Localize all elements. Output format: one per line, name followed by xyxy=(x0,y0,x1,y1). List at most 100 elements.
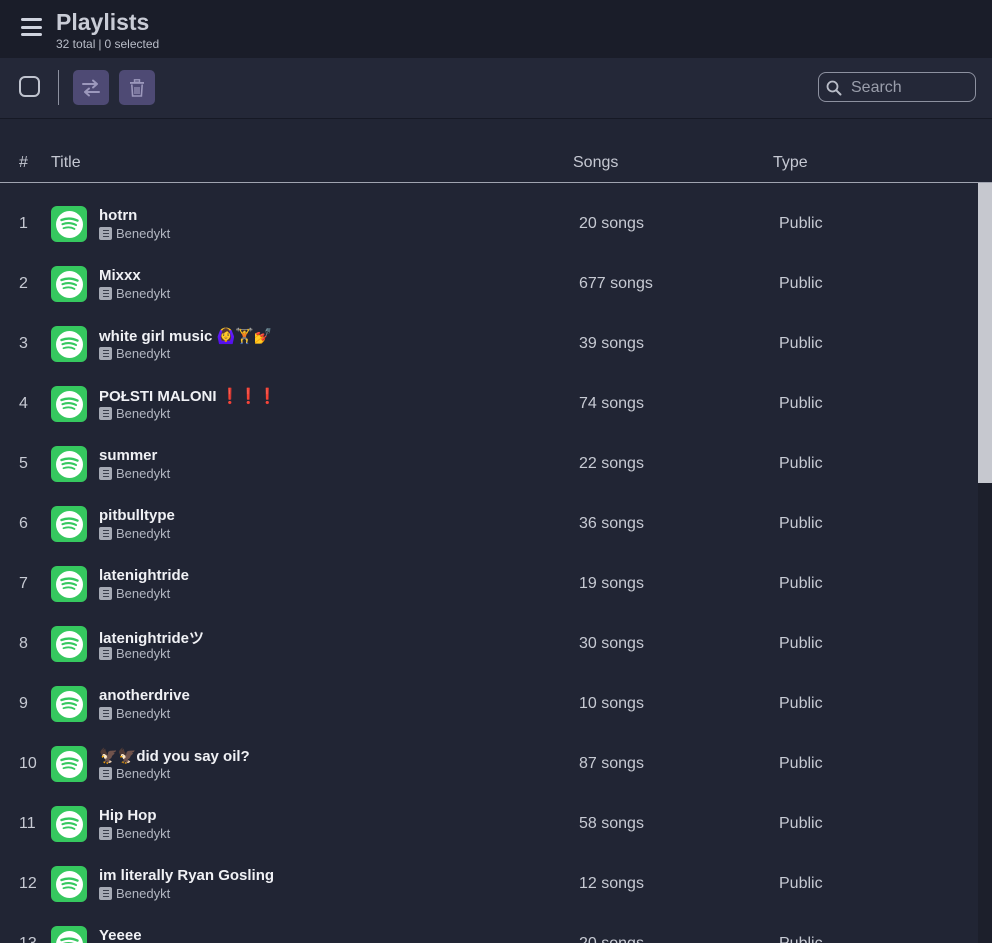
search-field[interactable] xyxy=(818,72,976,102)
playlist-list: 1 hotrn Benedykt 20 songs Public 2 Mixxx… xyxy=(0,194,978,943)
playlist-owner: Benedykt xyxy=(99,406,170,421)
user-badge-icon xyxy=(99,587,112,600)
scrollbar-thumb[interactable] xyxy=(978,183,992,483)
playlist-row[interactable]: 3 white girl music 🙆‍♀️🏋️💅 Benedykt 39 s… xyxy=(0,314,978,374)
playlist-type: Public xyxy=(779,395,823,412)
playlist-title: latenightrideツ xyxy=(99,630,205,647)
playlist-row[interactable]: 5 summer Benedykt 22 songs Public xyxy=(0,434,978,494)
owner-name: Benedykt xyxy=(116,646,171,661)
user-badge-icon xyxy=(99,287,112,300)
column-number[interactable]: # xyxy=(19,154,28,172)
spotify-logo-icon xyxy=(51,746,87,782)
playlist-type: Public xyxy=(779,215,823,232)
playlist-type: Public xyxy=(779,695,823,712)
column-type[interactable]: Type xyxy=(773,154,808,172)
playlist-owner: Benedykt xyxy=(99,286,170,301)
playlist-title: Yeeee xyxy=(99,927,142,943)
spotify-logo-icon xyxy=(51,566,87,602)
search-input[interactable] xyxy=(849,77,973,99)
spotify-logo-icon xyxy=(51,686,87,722)
selection-summary: 32 total | 0 selected xyxy=(56,37,159,51)
song-count: 30 songs xyxy=(579,635,644,652)
playlist-owner: Benedykt xyxy=(99,646,170,661)
song-count: 36 songs xyxy=(579,515,644,532)
playlist-row[interactable]: 13 Yeeee Benedykt 20 songs Public xyxy=(0,914,978,943)
playlist-row[interactable]: 6 pitbulltype Benedykt 36 songs Public xyxy=(0,494,978,554)
playlist-title: white girl music 🙆‍♀️🏋️💅 xyxy=(99,328,273,345)
playlist-row[interactable]: 9 anotherdrive Benedykt 10 songs Public xyxy=(0,674,978,734)
user-badge-icon xyxy=(99,407,112,420)
delete-button[interactable] xyxy=(119,70,155,105)
user-badge-icon xyxy=(99,347,112,360)
transfer-button[interactable] xyxy=(73,70,109,105)
row-number: 7 xyxy=(19,575,28,592)
row-number: 1 xyxy=(19,215,28,232)
owner-name: Benedykt xyxy=(116,706,171,721)
playlist-type: Public xyxy=(779,815,823,832)
column-songs[interactable]: Songs xyxy=(573,154,618,172)
transfer-arrows-icon xyxy=(82,79,100,96)
playlist-row[interactable]: 7 latenightride Benedykt 19 songs Public xyxy=(0,554,978,614)
user-badge-icon xyxy=(99,227,112,240)
playlist-title: Mixxx xyxy=(99,267,141,284)
user-badge-icon xyxy=(99,887,112,900)
page-title: Playlists xyxy=(56,9,150,35)
row-number: 11 xyxy=(19,815,36,832)
summary-separator: | xyxy=(98,37,102,51)
song-count: 20 songs xyxy=(579,935,644,943)
playlist-owner: Benedykt xyxy=(99,886,170,901)
playlist-owner: Benedykt xyxy=(99,706,170,721)
song-count: 22 songs xyxy=(579,455,644,472)
playlist-owner: Benedykt xyxy=(99,766,170,781)
playlist-row[interactable]: 1 hotrn Benedykt 20 songs Public xyxy=(0,194,978,254)
playlist-owner: Benedykt xyxy=(99,826,170,841)
row-number: 4 xyxy=(19,395,28,412)
trash-icon xyxy=(130,78,144,97)
playlist-title: 🦅🦅did you say oil? xyxy=(99,748,250,765)
row-number: 8 xyxy=(19,635,28,652)
playlist-title: hotrn xyxy=(99,207,138,224)
playlist-owner: Benedykt xyxy=(99,586,170,601)
playlist-type: Public xyxy=(779,455,823,472)
playlist-title: anotherdrive xyxy=(99,687,190,704)
song-count: 74 songs xyxy=(579,395,644,412)
playlist-owner: Benedykt xyxy=(99,346,170,361)
select-all-checkbox[interactable] xyxy=(19,76,40,97)
owner-name: Benedykt xyxy=(116,466,171,481)
playlist-title: im literally Ryan Gosling xyxy=(99,867,275,884)
toolbar-divider xyxy=(58,70,59,105)
hamburger-menu-icon[interactable] xyxy=(21,18,42,36)
playlist-type: Public xyxy=(779,875,823,892)
playlist-type: Public xyxy=(779,755,823,772)
spotify-logo-icon xyxy=(51,386,87,422)
spotify-logo-icon xyxy=(51,506,87,542)
song-count: 10 songs xyxy=(579,695,644,712)
owner-name: Benedykt xyxy=(116,826,171,841)
row-number: 12 xyxy=(19,875,37,892)
playlist-row[interactable]: 8 latenightrideツ Benedykt 30 songs Publi… xyxy=(0,614,978,674)
playlist-type: Public xyxy=(779,275,823,292)
user-badge-icon xyxy=(99,767,112,780)
scrollbar[interactable] xyxy=(978,183,992,943)
playlist-owner: Benedykt xyxy=(99,526,170,541)
playlist-row[interactable]: 4 POŁSTI MALONI ❗❗❗ Benedykt 74 songs Pu… xyxy=(0,374,978,434)
playlist-row[interactable]: 12 im literally Ryan Gosling Benedykt 12… xyxy=(0,854,978,914)
playlist-row[interactable]: 11 Hip Hop Benedykt 58 songs Public xyxy=(0,794,978,854)
table-header: # Title Songs Type xyxy=(0,141,992,183)
user-badge-icon xyxy=(99,827,112,840)
playlist-type: Public xyxy=(779,935,823,943)
row-number: 2 xyxy=(19,275,28,292)
playlist-row[interactable]: 10 🦅🦅did you say oil? Benedykt 87 songs … xyxy=(0,734,978,794)
playlist-title: pitbulltype xyxy=(99,507,175,524)
total-count: 32 total xyxy=(56,37,96,51)
owner-name: Benedykt xyxy=(116,586,171,601)
spotify-logo-icon xyxy=(51,206,87,242)
column-title[interactable]: Title xyxy=(51,154,81,172)
song-count: 58 songs xyxy=(579,815,644,832)
row-number: 9 xyxy=(19,695,28,712)
playlist-row[interactable]: 2 Mixxx Benedykt 677 songs Public xyxy=(0,254,978,314)
spotify-logo-icon xyxy=(51,866,87,902)
playlist-title: summer xyxy=(99,447,158,464)
user-badge-icon xyxy=(99,647,112,660)
row-number: 10 xyxy=(19,755,37,772)
